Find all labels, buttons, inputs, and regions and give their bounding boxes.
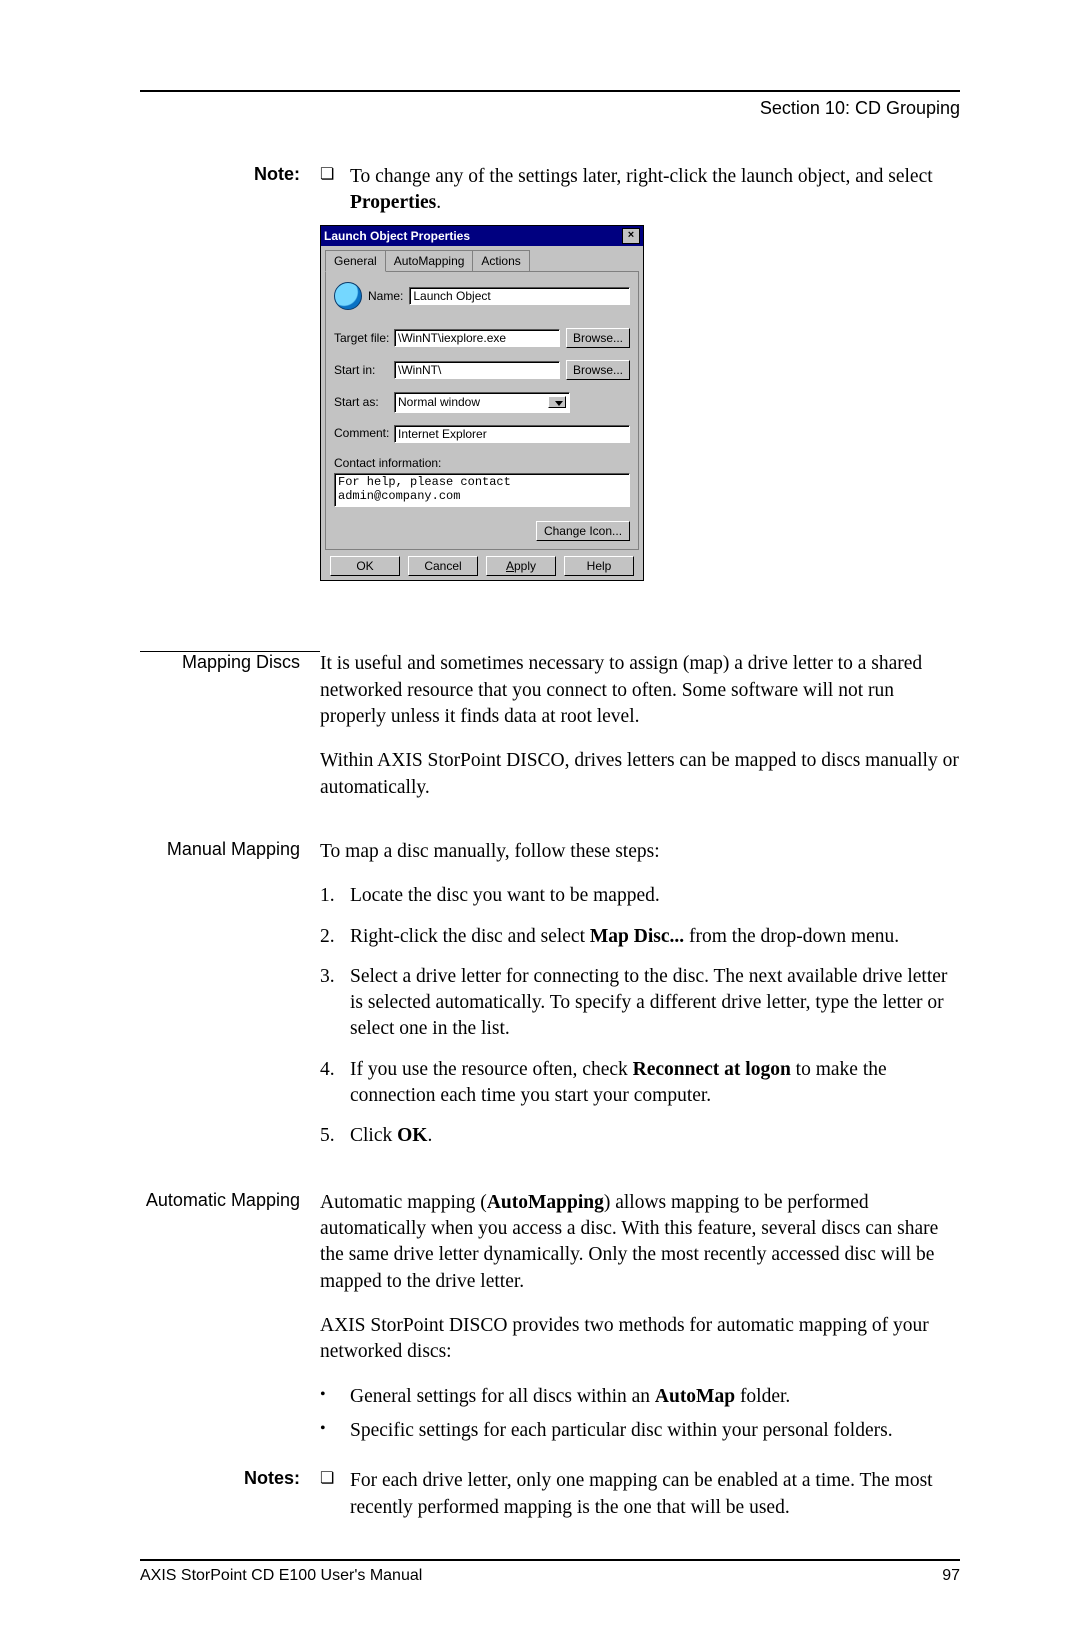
- help-button[interactable]: Help: [564, 556, 634, 576]
- step-number: 5.: [320, 1123, 350, 1149]
- page-number: 97: [942, 1567, 960, 1585]
- step-text: Locate the disc you want to be mapped.: [350, 883, 660, 909]
- manual-mapping-heading: Manual Mapping: [140, 839, 320, 860]
- notes-text: For each drive letter, only one mapping …: [350, 1468, 960, 1521]
- tab-general[interactable]: General: [325, 250, 386, 272]
- dialog-title: Launch Object Properties: [324, 228, 470, 244]
- bullet-icon: •: [320, 1384, 350, 1410]
- contact-info-field[interactable]: For help, please contact admin@company.c…: [334, 473, 630, 507]
- step-number: 1.: [320, 883, 350, 909]
- browse-button[interactable]: Browse...: [566, 360, 630, 380]
- globe-icon: [334, 282, 362, 310]
- tab-actions[interactable]: Actions: [472, 250, 529, 271]
- mapping-discs-p1: It is useful and sometimes necessary to …: [320, 651, 960, 730]
- step-number: 2.: [320, 924, 350, 950]
- chevron-down-icon[interactable]: [548, 396, 566, 408]
- auto-mapping-p2: AXIS StorPoint DISCO provides two method…: [320, 1313, 960, 1366]
- footer-left: AXIS StorPoint CD E100 User's Manual: [140, 1567, 422, 1585]
- mapping-discs-p2: Within AXIS StorPoint DISCO, drives lett…: [320, 748, 960, 801]
- step-text: Click OK.: [350, 1123, 432, 1149]
- step-text: Right-click the disc and select Map Disc…: [350, 924, 899, 950]
- comment-label: Comment:: [334, 425, 394, 441]
- comment-field[interactable]: [394, 425, 630, 443]
- note-text: To change any of the settings later, rig…: [350, 164, 960, 217]
- section-header: Section 10: CD Grouping: [140, 98, 960, 119]
- name-label: Name:: [368, 288, 403, 304]
- target-file-label: Target file:: [334, 330, 394, 346]
- close-icon[interactable]: ×: [622, 228, 640, 244]
- note-label: Note:: [140, 164, 320, 185]
- auto-mapping-p1: Automatic mapping (AutoMapping) allows m…: [320, 1190, 960, 1295]
- target-file-field[interactable]: [394, 329, 560, 347]
- contact-info-label: Contact information:: [334, 455, 630, 471]
- checkbox-icon: ❏: [320, 164, 350, 217]
- step-number: 4.: [320, 1057, 350, 1110]
- change-icon-button[interactable]: Change Icon...: [536, 521, 630, 541]
- cancel-button[interactable]: Cancel: [408, 556, 478, 576]
- step-text: If you use the resource often, check Rec…: [350, 1057, 960, 1110]
- start-as-label: Start as:: [334, 394, 394, 410]
- step-text: Select a drive letter for connecting to …: [350, 964, 960, 1043]
- mapping-discs-heading: Mapping Discs: [140, 651, 320, 673]
- start-in-field[interactable]: [394, 361, 560, 379]
- manual-mapping-intro: To map a disc manually, follow these ste…: [320, 839, 960, 865]
- launch-object-properties-dialog: Launch Object Properties × General AutoM…: [320, 225, 644, 582]
- ok-button[interactable]: OK: [330, 556, 400, 576]
- start-as-value: Normal window: [398, 394, 480, 410]
- start-as-select[interactable]: Normal window: [394, 392, 570, 412]
- browse-button[interactable]: Browse...: [566, 328, 630, 348]
- step-number: 3.: [320, 964, 350, 1043]
- tab-automapping[interactable]: AutoMapping: [385, 250, 474, 271]
- notes-label: Notes:: [140, 1468, 320, 1489]
- apply-button[interactable]: AApplypply: [486, 556, 556, 576]
- start-in-label: Start in:: [334, 362, 394, 378]
- bullet-text: Specific settings for each particular di…: [350, 1418, 893, 1444]
- bullet-text: General settings for all discs within an…: [350, 1384, 790, 1410]
- automatic-mapping-heading: Automatic Mapping: [140, 1190, 320, 1211]
- bullet-icon: •: [320, 1418, 350, 1444]
- checkbox-icon: ❏: [320, 1468, 350, 1521]
- name-field[interactable]: [409, 287, 630, 305]
